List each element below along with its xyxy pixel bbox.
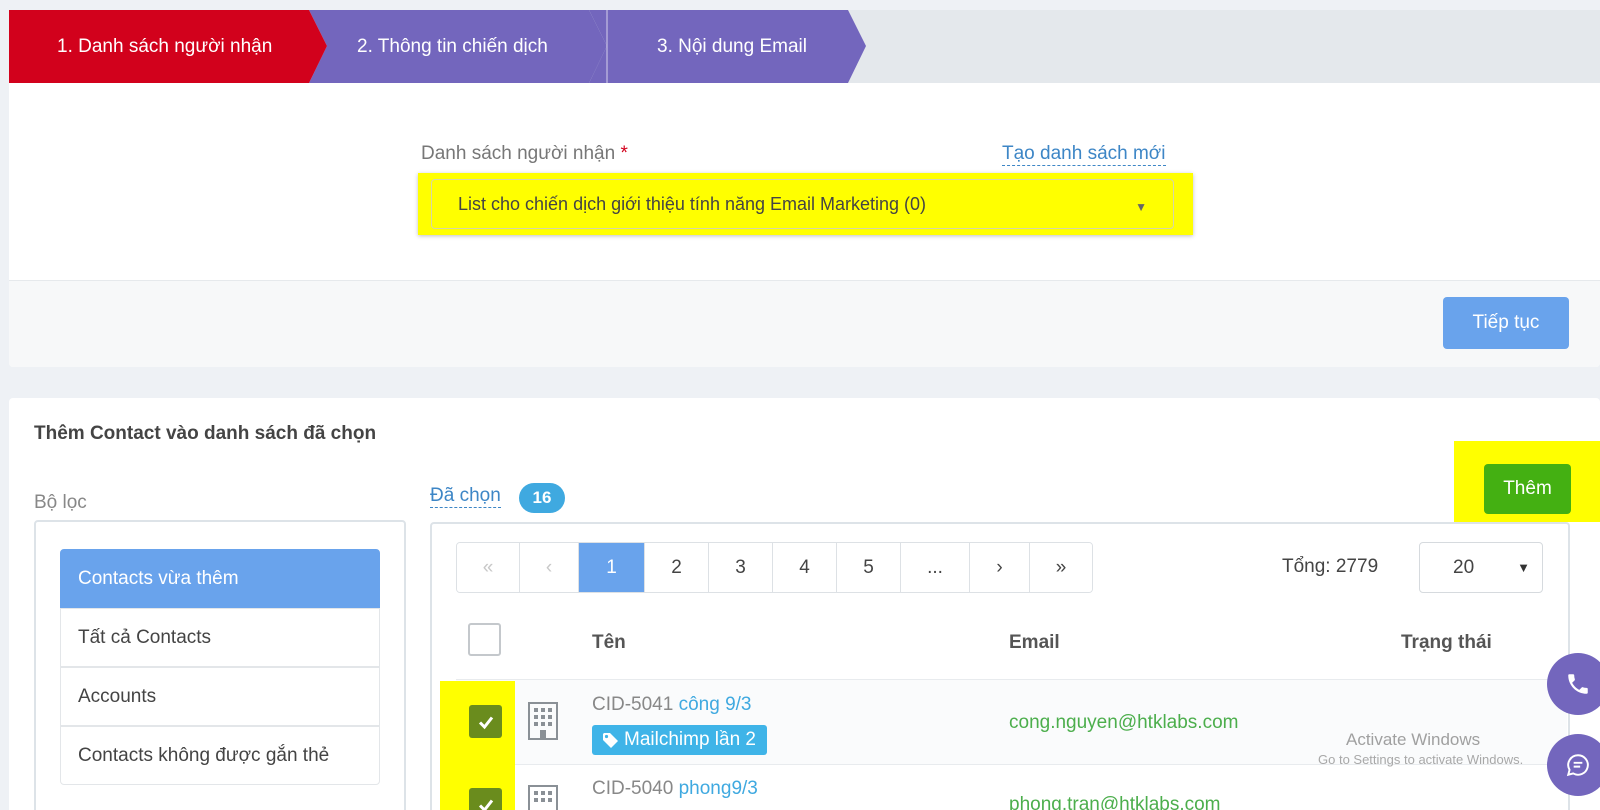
check-icon bbox=[478, 799, 493, 810]
selected-count-badge: 16 bbox=[519, 483, 565, 513]
add-button[interactable]: Thêm bbox=[1484, 464, 1571, 514]
caret-down-icon: ▼ bbox=[1517, 560, 1530, 575]
per-page-select[interactable]: 20 ▼ bbox=[1419, 542, 1543, 593]
column-header-status[interactable]: Trạng thái bbox=[1401, 632, 1492, 654]
phone-button[interactable] bbox=[1547, 653, 1600, 715]
selected-list-value: List cho chiến dịch giới thiệu tính năng… bbox=[458, 193, 927, 214]
required-mark: * bbox=[620, 143, 628, 164]
check-icon bbox=[478, 716, 493, 729]
contact-email[interactable]: cong.nguyen@htklabs.com bbox=[1009, 712, 1238, 734]
prev-page-button[interactable]: ‹ bbox=[520, 543, 579, 592]
total-count: Tổng: 2779 bbox=[1282, 556, 1379, 577]
row-checkbox[interactable] bbox=[469, 788, 502, 810]
filter-label: Bộ lọc bbox=[34, 492, 87, 513]
contact-tag[interactable]: Mailchimp lần 2 bbox=[592, 725, 767, 755]
contact-email[interactable]: phong.tran@htklabs.com bbox=[1009, 794, 1221, 810]
filter-item-recent-contacts[interactable]: Contacts vừa thêm bbox=[60, 549, 380, 608]
filter-item-all-contacts[interactable]: Tất cả Contacts bbox=[60, 608, 380, 667]
page-button-2[interactable]: 2 bbox=[645, 543, 709, 592]
windows-watermark-subtitle: Go to Settings to activate Windows. bbox=[1318, 752, 1524, 767]
pagination: « ‹ 1 2 3 4 5 ... › » bbox=[456, 542, 1093, 593]
create-list-link[interactable]: Tạo danh sách mới bbox=[1002, 143, 1166, 166]
campaign-stepper: 1. Danh sách người nhận 2. Thông tin chi… bbox=[9, 10, 1600, 83]
caret-down-icon: ▼ bbox=[1135, 200, 1147, 214]
chat-button[interactable] bbox=[1547, 734, 1600, 796]
per-page-value: 20 bbox=[1453, 556, 1475, 578]
step-recipient-list[interactable]: 1. Danh sách người nhận bbox=[9, 10, 327, 83]
contact-name[interactable]: công 9/3 bbox=[679, 694, 752, 715]
step-email-content[interactable]: 3. Nội dung Email bbox=[589, 10, 866, 83]
recipient-list-select[interactable]: List cho chiến dịch giới thiệu tính năng… bbox=[431, 179, 1174, 229]
column-header-name[interactable]: Tên bbox=[592, 632, 626, 654]
page-ellipsis[interactable]: ... bbox=[901, 543, 970, 592]
page-button-5[interactable]: 5 bbox=[837, 543, 901, 592]
contact-id: CID-5041 công 9/3 bbox=[592, 694, 752, 715]
panel-footer bbox=[9, 280, 1600, 367]
select-all-checkbox[interactable] bbox=[468, 623, 501, 656]
recipient-list-label: Danh sách người nhận * bbox=[421, 143, 628, 164]
selected-link[interactable]: Đã chọn bbox=[430, 485, 501, 508]
building-icon bbox=[528, 785, 558, 810]
building-icon bbox=[528, 702, 558, 740]
windows-watermark-title: Activate Windows bbox=[1346, 730, 1481, 749]
page-button-1[interactable]: 1 bbox=[579, 543, 645, 592]
page-button-4[interactable]: 4 bbox=[773, 543, 837, 592]
step-label: 1. Danh sách người nhận bbox=[57, 35, 273, 57]
filter-item-accounts[interactable]: Accounts bbox=[60, 667, 380, 726]
tag-icon bbox=[603, 732, 618, 748]
continue-button[interactable]: Tiếp tục bbox=[1443, 297, 1569, 349]
last-page-button[interactable]: » bbox=[1030, 543, 1092, 592]
page-button-3[interactable]: 3 bbox=[709, 543, 773, 592]
chat-icon bbox=[1566, 754, 1589, 777]
column-header-email[interactable]: Email bbox=[1009, 632, 1060, 654]
step-label: 3. Nội dung Email bbox=[657, 35, 807, 57]
row-checkbox[interactable] bbox=[469, 705, 502, 738]
phone-icon bbox=[1568, 674, 1588, 694]
step-label: 2. Thông tin chiến dịch bbox=[357, 35, 548, 57]
filter-item-untagged-contacts[interactable]: Contacts không được gắn thẻ bbox=[60, 726, 380, 785]
next-page-button[interactable]: › bbox=[970, 543, 1030, 592]
step-divider bbox=[606, 10, 608, 83]
contact-name[interactable]: phong9/3 bbox=[679, 778, 758, 799]
step-campaign-info[interactable]: 2. Thông tin chiến dịch bbox=[309, 10, 607, 83]
contact-id: CID-5040 phong9/3 bbox=[592, 778, 758, 799]
section-title: Thêm Contact vào danh sách đã chọn bbox=[34, 423, 377, 444]
first-page-button[interactable]: « bbox=[457, 543, 520, 592]
